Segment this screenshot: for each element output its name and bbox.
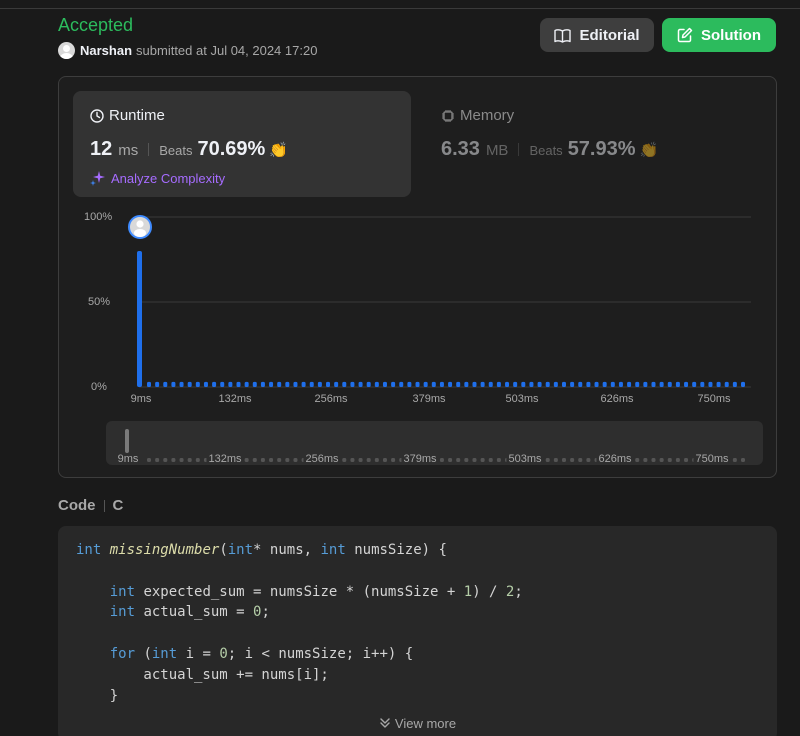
scroller-bar — [163, 458, 168, 462]
scroller-bar — [480, 458, 485, 462]
scroller-bar — [366, 458, 371, 462]
code-content: int missingNumber(int* nums, int numsSiz… — [76, 542, 523, 704]
submitter-info: Narshan submitted at Jul 04, 2024 17:20 — [58, 42, 317, 59]
scroller-bar — [586, 458, 591, 462]
divider — [103, 499, 105, 512]
scroller-bar — [382, 458, 387, 462]
code-header: Code C — [58, 497, 123, 514]
scroller-bar — [732, 458, 737, 462]
scroller-bar — [374, 458, 379, 462]
scroller-tick-label: 750ms — [693, 453, 731, 465]
code-label: Code — [58, 497, 96, 514]
scroller-bar — [472, 458, 477, 462]
scroller-bar — [171, 458, 176, 462]
scroller-bar — [561, 458, 566, 462]
scroller-tick-label: 132ms — [206, 453, 244, 465]
submitted-time: submitted at Jul 04, 2024 17:20 — [136, 43, 318, 58]
code-block[interactable]: int missingNumber(int* nums, int numsSiz… — [58, 526, 777, 736]
scroller-bar — [667, 458, 672, 462]
user-avatar[interactable] — [58, 42, 75, 59]
submission-status: Accepted — [58, 15, 134, 35]
scroller-bar — [391, 458, 396, 462]
scroller-bar — [187, 458, 192, 462]
scroller-bar — [464, 458, 469, 462]
scroller-bar — [439, 458, 444, 462]
scroller-bar — [179, 458, 184, 462]
scroller-bar — [553, 458, 558, 462]
username-link[interactable]: Narshan — [80, 43, 132, 58]
scroller-bar — [488, 458, 493, 462]
scroller-bar — [643, 458, 648, 462]
scroller-bar — [342, 458, 347, 462]
scroller-bar — [277, 458, 282, 462]
scroller-bar — [570, 458, 575, 462]
scroller-bar — [155, 458, 160, 462]
scroller-tick-label: 626ms — [596, 453, 634, 465]
scroller-bar — [675, 458, 680, 462]
scroller-bar — [147, 458, 151, 462]
stats-panel: Runtime 12 ms Beats 70.69% 👏 Analyze Com… — [58, 76, 777, 478]
scroller-bar — [293, 458, 298, 462]
editorial-label: Editorial — [579, 26, 640, 44]
scroller-bar — [195, 458, 200, 462]
code-language: C — [112, 497, 124, 514]
editorial-button[interactable]: Editorial — [540, 18, 654, 52]
scroller-bar — [545, 458, 550, 462]
scroller-tick-label: 379ms — [401, 453, 439, 465]
scroller-bar — [635, 458, 640, 462]
scroller-bar — [358, 458, 363, 462]
scroller-bar — [350, 458, 355, 462]
scroller-bar — [659, 458, 664, 462]
scroller-bar — [285, 458, 290, 462]
scroller-bar — [651, 458, 656, 462]
scroller-bar — [496, 458, 501, 462]
scroller-overlay — [125, 429, 745, 462]
scroller-bar — [578, 458, 583, 462]
scroller-tick-label: 9ms — [115, 453, 141, 465]
scroller-tick-label: 256ms — [303, 453, 341, 465]
scroller-bar — [456, 458, 461, 462]
solution-button[interactable]: Solution — [662, 18, 776, 52]
scroller-bar — [269, 458, 274, 462]
view-more-label: View more — [394, 716, 457, 731]
scroller-bar — [252, 458, 257, 462]
scroller-handle — [125, 429, 129, 453]
edit-icon — [677, 27, 693, 43]
scroller-bar — [684, 458, 689, 462]
book-icon — [554, 28, 572, 43]
solution-label: Solution — [701, 26, 761, 44]
scroller-tick-label: 503ms — [506, 453, 544, 465]
scroller-bar — [260, 458, 265, 462]
scroller-bar — [244, 458, 249, 462]
scroller-bar — [741, 458, 745, 462]
view-more-button[interactable]: View more — [58, 716, 777, 731]
top-divider — [0, 8, 800, 9]
scroller-bar — [448, 458, 453, 462]
chevron-double-down-icon — [380, 718, 390, 728]
